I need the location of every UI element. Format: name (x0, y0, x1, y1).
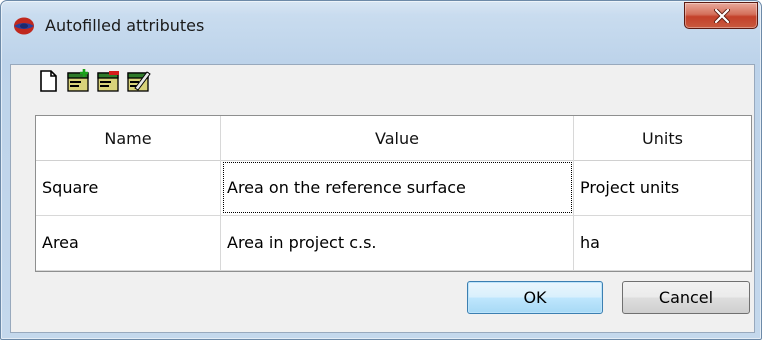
close-button[interactable] (684, 2, 758, 29)
add-record-icon (67, 69, 89, 92)
title-bar[interactable]: Autofilled attributes (1, 1, 761, 35)
cell-units[interactable]: ha (574, 215, 751, 270)
table-row[interactable]: Square Area on the reference surface Pro… (36, 160, 751, 216)
toolbar (35, 68, 235, 96)
cancel-button[interactable]: Cancel (622, 281, 750, 314)
column-header-units[interactable]: Units (574, 116, 751, 160)
remove-record-button[interactable] (95, 68, 121, 94)
new-document-button[interactable] (35, 68, 61, 94)
cell-name[interactable]: Square (36, 160, 221, 215)
add-record-button[interactable] (65, 68, 91, 94)
app-logo-icon (14, 17, 34, 35)
edit-record-button[interactable] (125, 68, 151, 94)
window-title: Autofilled attributes (45, 16, 205, 35)
cell-name[interactable]: Area (36, 215, 221, 270)
table-header: Name Value Units (36, 116, 751, 161)
cell-units[interactable]: Project units (574, 160, 751, 215)
ok-button[interactable]: OK (467, 281, 603, 314)
remove-record-icon (97, 71, 119, 92)
table-row[interactable]: Area Area in project c.s. ha (36, 215, 751, 271)
close-icon (714, 9, 730, 23)
attributes-table: Name Value Units Square Area on the refe… (35, 115, 752, 272)
new-document-icon (40, 70, 57, 92)
column-header-value[interactable]: Value (221, 116, 574, 160)
cell-value[interactable]: Area on the reference surface (221, 160, 574, 215)
cell-value[interactable]: Area in project c.s. (221, 215, 574, 270)
edit-record-icon (127, 71, 151, 92)
column-header-name[interactable]: Name (36, 116, 221, 160)
